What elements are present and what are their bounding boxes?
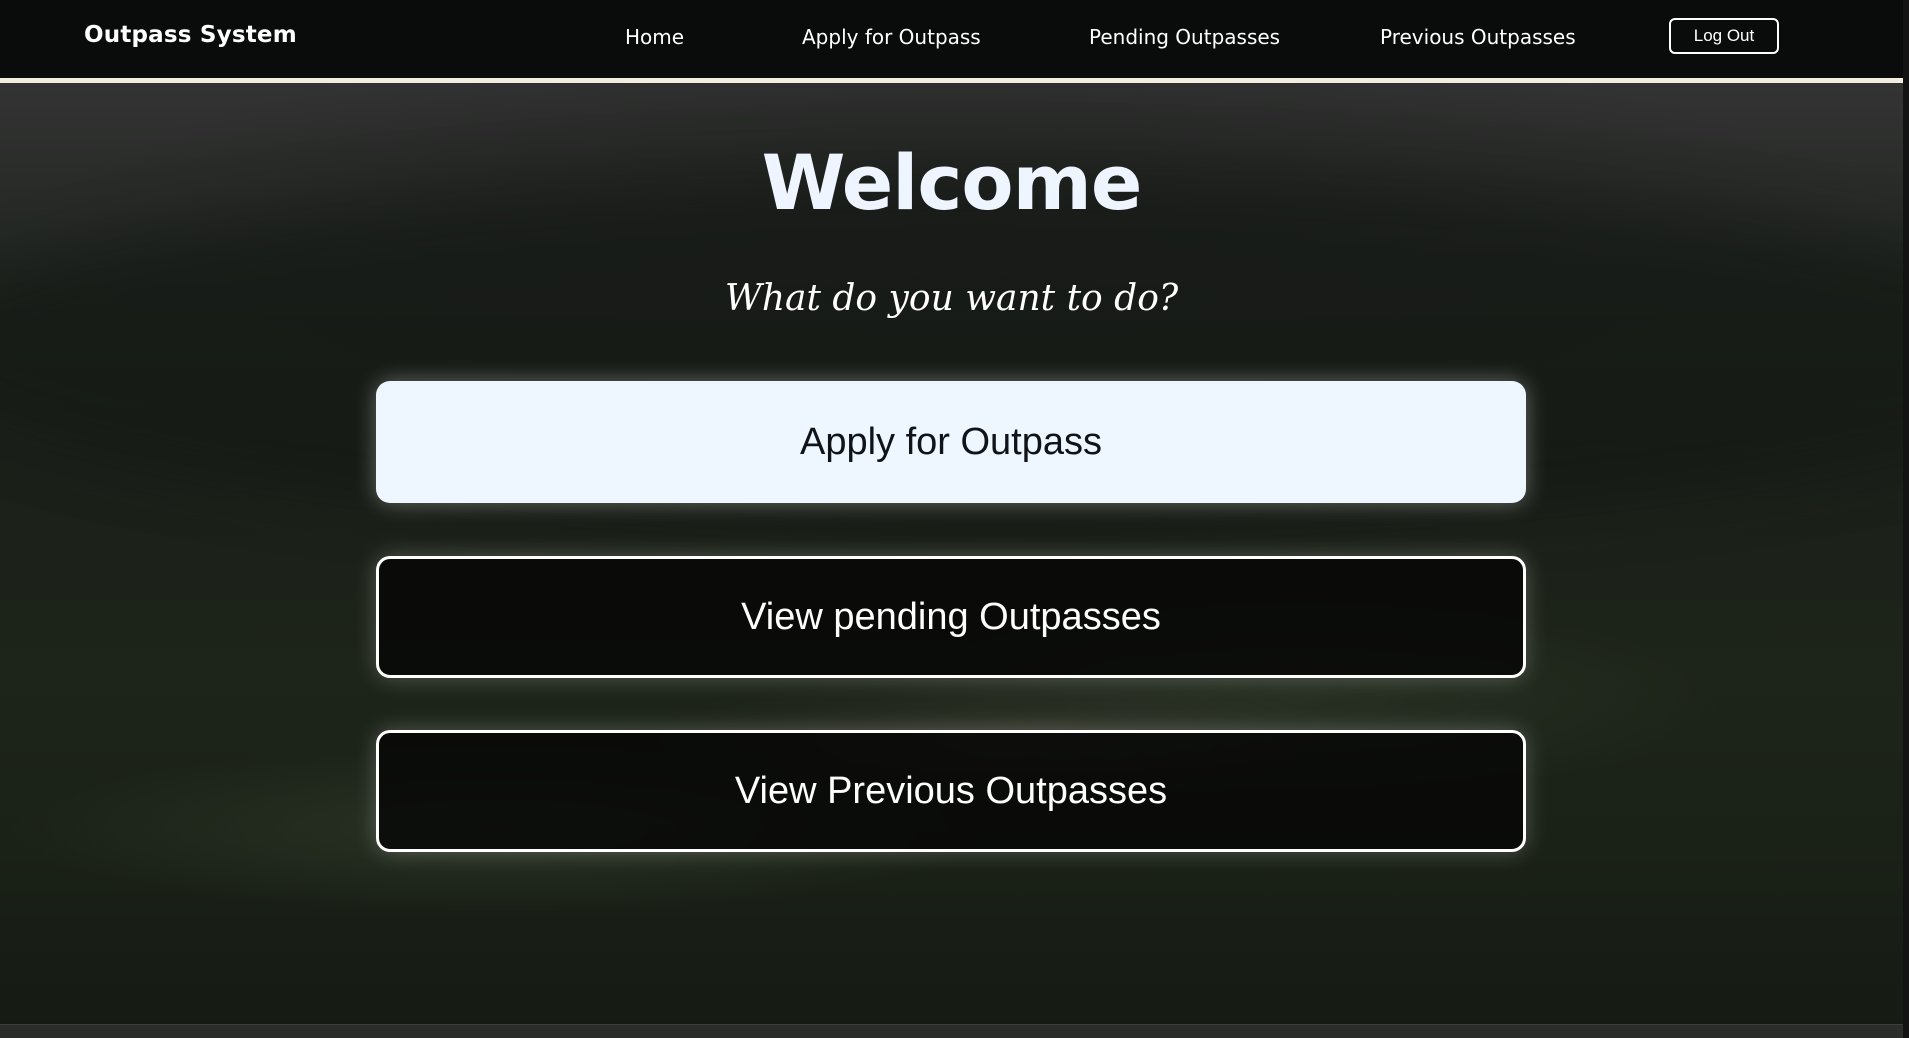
page-subtitle: What do you want to do? xyxy=(724,278,1179,319)
nav-link-pending-outpasses[interactable]: Pending Outpasses xyxy=(1089,25,1280,49)
brand-logo[interactable]: Outpass System xyxy=(84,22,297,48)
apply-outpass-button[interactable]: Apply for Outpass xyxy=(376,381,1526,503)
navbar: Outpass System Home Apply for Outpass Pe… xyxy=(0,0,1909,83)
right-scrollbar[interactable] xyxy=(1903,0,1909,1038)
bottom-scrollbar[interactable] xyxy=(0,1024,1909,1038)
nav-link-home[interactable]: Home xyxy=(625,25,684,49)
page-title: Welcome xyxy=(761,138,1143,227)
nav-link-previous-outpasses[interactable]: Previous Outpasses xyxy=(1380,25,1576,49)
page: Outpass System Home Apply for Outpass Pe… xyxy=(0,0,1909,1038)
view-previous-outpasses-button[interactable]: View Previous Outpasses xyxy=(376,730,1526,852)
view-pending-outpasses-button[interactable]: View pending Outpasses xyxy=(376,556,1526,678)
nav-link-apply-outpass[interactable]: Apply for Outpass xyxy=(802,25,981,49)
logout-button[interactable]: Log Out xyxy=(1669,18,1779,54)
